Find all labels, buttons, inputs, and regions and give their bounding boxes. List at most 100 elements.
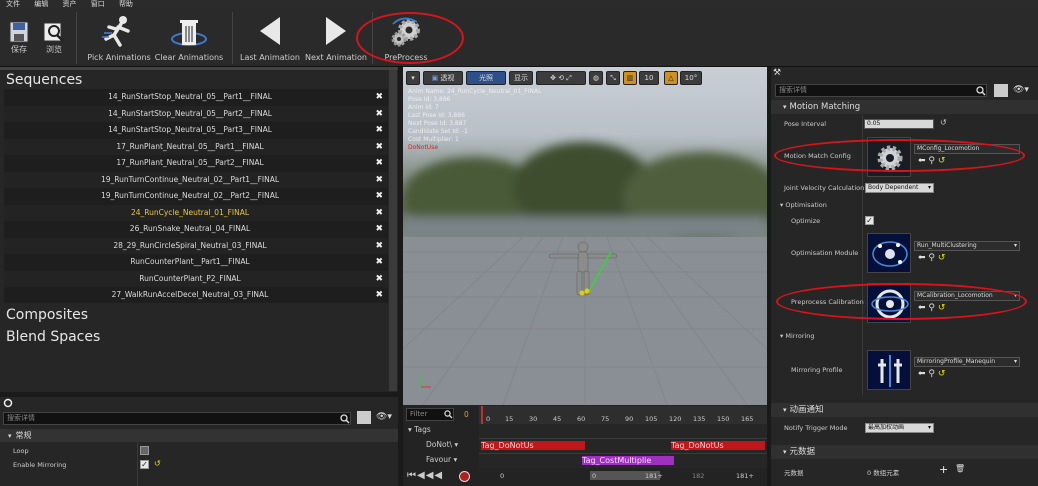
joint-velocity-label: Joint Velocity Calculation bbox=[784, 184, 865, 192]
menu-window[interactable]: 窗口 bbox=[91, 0, 105, 8]
list-item[interactable]: 27_WalkRunAccelDecel_Neutral_03_FINAL ✖ bbox=[4, 287, 388, 304]
optimisation-module-label: Optimisation Module bbox=[791, 249, 859, 257]
eye-icon[interactable]: 👁▾ bbox=[1013, 85, 1029, 95]
list-item[interactable]: 14_RunStartStop_Neutral_05__Part1__FINAL… bbox=[4, 89, 388, 106]
remove-icon[interactable]: ✖ bbox=[375, 106, 383, 123]
asset-actions[interactable]: ⬅ ⚲ ↺ bbox=[918, 253, 945, 263]
list-item[interactable]: 17_RunPlant_Neutral_05__Part1__FINAL ✖ bbox=[4, 138, 388, 156]
details-search-input[interactable]: 搜索详情 bbox=[3, 412, 351, 425]
trash-icon[interactable]: 🗑 bbox=[955, 464, 965, 473]
enable-mirroring-checkbox[interactable]: ✓ bbox=[140, 460, 149, 469]
mirroring-thumbnail[interactable] bbox=[867, 350, 911, 390]
category-motion-matching[interactable]: ▾ Motion Matching bbox=[771, 100, 1038, 114]
list-item[interactable]: 26_RunSnake_Neutral_04_FINAL ✖ bbox=[4, 221, 388, 238]
list-item-selected[interactable]: 24_RunCycle_Neutral_01_FINAL ✖ bbox=[4, 204, 388, 222]
transform-tools[interactable]: ✥ ⟲ ⤢ bbox=[536, 71, 586, 85]
perspective-button[interactable]: ▣ 透视 bbox=[423, 71, 463, 85]
optimisation-thumbnail[interactable] bbox=[867, 233, 911, 273]
rotate-snap-value[interactable]: 10° bbox=[680, 71, 702, 85]
surface-snap-icon[interactable]: ⤡ bbox=[606, 71, 620, 85]
remove-icon[interactable]: ✖ bbox=[375, 172, 383, 189]
optimize-checkbox[interactable]: ✓ bbox=[865, 216, 874, 225]
notify-trigger-dropdown[interactable]: 最高加权动画 ▾ bbox=[865, 423, 934, 433]
list-item[interactable]: RunCounterPlant_P2_FINAL ✖ bbox=[4, 270, 388, 288]
show-button[interactable]: 显示 bbox=[509, 71, 533, 85]
lighting-button[interactable]: 光照 bbox=[466, 71, 506, 85]
menu-file[interactable]: 文件 bbox=[6, 0, 20, 8]
eye-icon[interactable]: 👁▾ bbox=[376, 412, 392, 422]
menu-asset[interactable]: 资产 bbox=[62, 0, 76, 8]
reset-arrow-icon: ↺ bbox=[937, 369, 946, 379]
grid-snap-value[interactable]: 10 bbox=[639, 71, 659, 85]
remove-icon[interactable]: ✖ bbox=[375, 155, 383, 172]
pose-interval-field[interactable]: 0.05 bbox=[864, 119, 934, 129]
record-button[interactable] bbox=[459, 471, 470, 482]
list-item[interactable]: 19_RunTurnContinue_Neutral_02__Part2__FI… bbox=[4, 188, 388, 205]
notify-cost-multiplier[interactable]: Tag_CostMultiplie bbox=[582, 456, 674, 465]
grid-snap-icon[interactable]: ▥ bbox=[623, 71, 637, 85]
optimisation-module-dropdown[interactable]: Run_MultiClustering ▾ bbox=[914, 241, 1020, 251]
add-element-icon[interactable]: + bbox=[939, 463, 948, 476]
scrollbar[interactable] bbox=[389, 70, 397, 391]
grid-view-icon[interactable] bbox=[994, 84, 1008, 97]
remove-icon[interactable]: ✖ bbox=[375, 271, 383, 288]
category-general[interactable]: ▾ 常规 bbox=[0, 429, 398, 442]
blend-spaces-header[interactable]: Blend Spaces bbox=[6, 329, 100, 345]
category-optimisation[interactable]: ▾ Optimisation bbox=[780, 201, 827, 209]
viewport-menu-button[interactable]: ▾ bbox=[406, 71, 420, 85]
list-item[interactable]: RunCounterPlant__Part1__FINAL ✖ bbox=[4, 254, 388, 271]
menu-help[interactable]: 帮助 bbox=[119, 0, 133, 8]
remove-icon[interactable]: ✖ bbox=[375, 287, 383, 304]
remove-icon[interactable]: ✖ bbox=[375, 188, 383, 205]
playback-controls[interactable]: ⏮◀◀◀ bbox=[407, 470, 443, 481]
remove-icon[interactable]: ✖ bbox=[375, 221, 383, 238]
clear-animations-button[interactable]: Clear Animations bbox=[154, 9, 224, 67]
list-item[interactable]: 19_RunTurnContinue_Neutral_02__Part1__FI… bbox=[4, 171, 388, 189]
browse-button[interactable]: 浏览 bbox=[38, 9, 70, 67]
mirroring-profile-dropdown[interactable]: MirroringProfile_Manequin ▾ bbox=[914, 357, 1020, 367]
track-favour[interactable]: Favour ▾ bbox=[426, 455, 457, 464]
playhead[interactable] bbox=[481, 406, 483, 424]
notify-donotuse-2[interactable]: Tag_DoNotUs bbox=[671, 441, 765, 450]
category-metadata[interactable]: ▾ 元数据 bbox=[771, 445, 1038, 459]
remove-icon[interactable]: ✖ bbox=[375, 238, 383, 255]
last-animation-button[interactable]: Last Animation bbox=[238, 9, 302, 67]
remove-icon[interactable]: ✖ bbox=[375, 89, 383, 106]
range-total: 181+ bbox=[736, 472, 754, 480]
save-button[interactable]: 保存 bbox=[4, 9, 34, 67]
list-item[interactable]: 14_RunStartStop_Neutral_05__Part3__FINAL… bbox=[4, 122, 388, 139]
menu-edit[interactable]: 编辑 bbox=[34, 0, 48, 8]
list-item[interactable]: 28_29_RunCircleSpiral_Neutral_03_FINAL ✖ bbox=[4, 237, 388, 255]
pick-animations-button[interactable]: Pick Animations bbox=[86, 9, 152, 67]
joint-velocity-dropdown[interactable]: Body Dependent ▾ bbox=[865, 183, 934, 193]
category-anim-notify[interactable]: ▾ 动画通知 bbox=[771, 403, 1038, 417]
browse-icon bbox=[43, 22, 64, 42]
reset-arrow-icon[interactable]: ↺ bbox=[154, 459, 161, 468]
list-item[interactable]: 17_RunPlant_Neutral_05__Part2__FINAL ✖ bbox=[4, 155, 388, 172]
remove-icon[interactable]: ✖ bbox=[375, 139, 383, 156]
clustering-icon bbox=[872, 241, 908, 267]
notify-donotuse-1[interactable]: Tag_DoNotUs bbox=[481, 441, 585, 450]
right-search-input[interactable]: 搜索详情 bbox=[775, 84, 987, 97]
list-item[interactable]: 14_RunStartStop_Neutral_05__Part2__FINAL… bbox=[4, 105, 388, 123]
anim-info-overlay: Anim Name: 24_RunCycle_Neutral_01_FINAL … bbox=[408, 88, 542, 151]
remove-icon[interactable]: ✖ bbox=[375, 205, 383, 222]
loop-checkbox[interactable] bbox=[140, 446, 149, 455]
category-mirroring[interactable]: ▾ Mirroring bbox=[780, 332, 815, 340]
search-icon bbox=[976, 86, 986, 96]
composites-header[interactable]: Composites bbox=[6, 307, 88, 323]
divider bbox=[137, 442, 138, 486]
rotate-snap-icon[interactable]: △ bbox=[664, 71, 678, 85]
track-donotuse[interactable]: DoNot\ ▾ bbox=[426, 440, 458, 449]
remove-icon[interactable]: ✖ bbox=[375, 122, 383, 139]
remove-icon[interactable]: ✖ bbox=[375, 254, 383, 271]
grid-view-icon[interactable] bbox=[357, 411, 371, 424]
reset-arrow-icon[interactable]: ↺ bbox=[940, 118, 947, 127]
search-icon bbox=[444, 410, 453, 419]
track-tags[interactable]: ▾ Tags bbox=[408, 425, 431, 434]
timeline-ruler[interactable]: 0 15 30 45 60 75 90 105 120 135 150 165 bbox=[479, 406, 767, 424]
asset-actions[interactable]: ⬅ ⚲ ↺ bbox=[918, 369, 945, 379]
trash-icon bbox=[171, 20, 207, 46]
sequences-header[interactable]: Sequences bbox=[6, 72, 82, 88]
globe-icon[interactable]: ◍ bbox=[589, 71, 603, 85]
